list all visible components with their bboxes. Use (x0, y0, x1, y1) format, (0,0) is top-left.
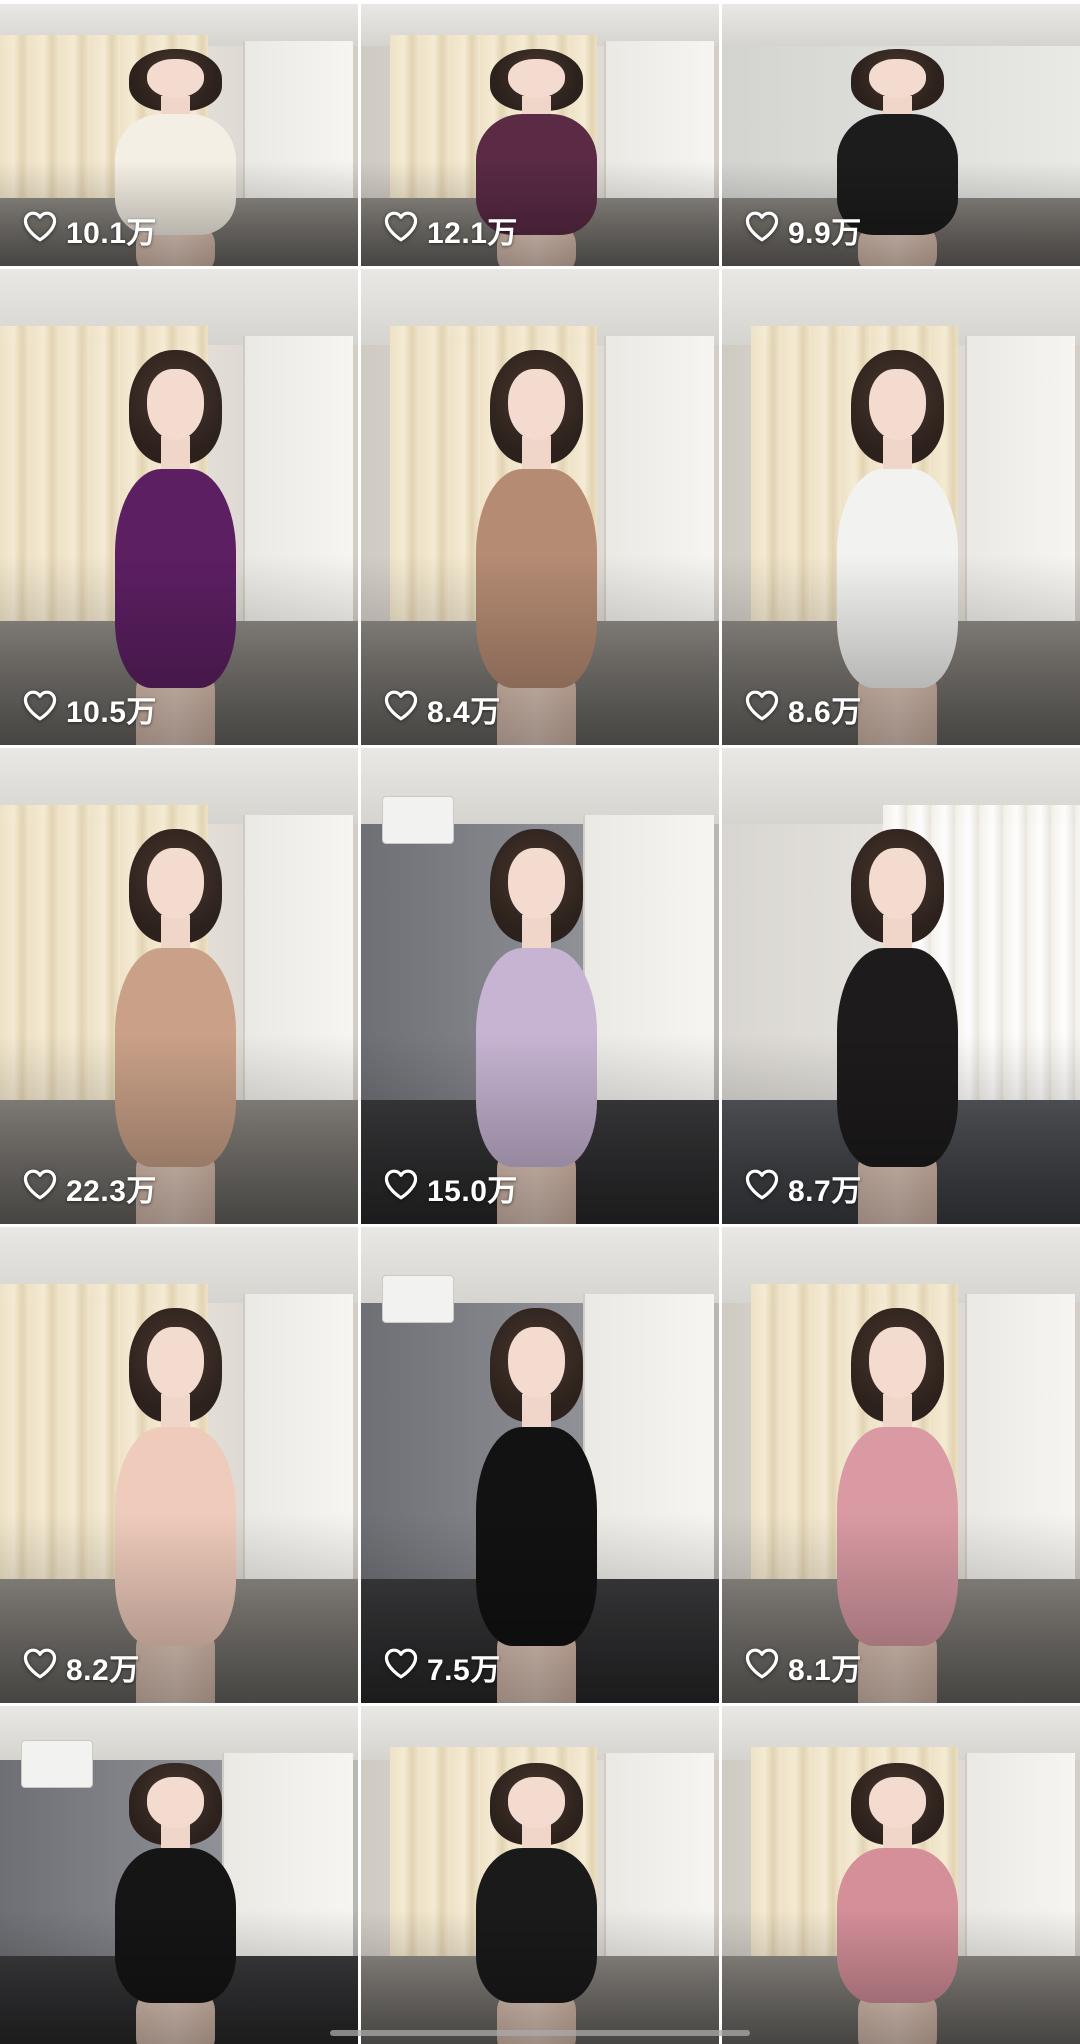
video-thumbnail (722, 748, 1080, 1224)
video-tile[interactable]: 8.6万 (722, 269, 1080, 745)
video-thumbnail (361, 748, 719, 1224)
like-count: 8.6万 (744, 687, 862, 731)
heart-outline-icon (22, 1168, 58, 1208)
like-count-text: 9.9万 (788, 217, 862, 250)
video-tile[interactable]: 7.5万 (361, 1227, 719, 1703)
like-count-text: 10.1万 (66, 217, 157, 250)
video-grid: 10.1万 12.1万 9.9万 10.5万 8.4万 8.6万 22.3万 15.0万 8.7… (0, 4, 1080, 2044)
video-tile[interactable]: 10.1万 (0, 4, 358, 266)
video-tile[interactable]: 8.1万 (722, 1227, 1080, 1703)
video-thumbnail (361, 269, 719, 745)
video-tile[interactable]: 15.0万 (361, 748, 719, 1224)
like-count-text: 8.1万 (788, 1654, 862, 1687)
video-thumbnail (361, 1706, 719, 2044)
video-thumbnail (722, 269, 1080, 745)
like-count: 8.4万 (383, 687, 501, 731)
video-tile[interactable]: 22.3万 (0, 748, 358, 1224)
heart-outline-icon (744, 1168, 780, 1208)
like-count: 9.9万 (744, 208, 862, 252)
like-count-text: 10.5万 (66, 696, 157, 729)
video-tile[interactable] (722, 1706, 1080, 2044)
like-count: 15.0万 (383, 1166, 518, 1210)
like-count-text: 12.1万 (427, 217, 518, 250)
like-count: 8.2万 (22, 1645, 140, 1689)
heart-outline-icon (22, 1647, 58, 1687)
like-count: 10.1万 (22, 208, 157, 252)
video-thumbnail (0, 748, 358, 1224)
like-count: 10.5万 (22, 687, 157, 731)
like-count-text: 8.2万 (66, 1654, 140, 1687)
like-count: 7.5万 (383, 1645, 501, 1689)
like-count: 12.1万 (383, 208, 518, 252)
like-count-text: 15.0万 (427, 1175, 518, 1208)
like-count-text: 8.4万 (427, 696, 501, 729)
video-tile[interactable] (361, 1706, 719, 2044)
video-thumbnail (361, 1227, 719, 1703)
heart-outline-icon (744, 1647, 780, 1687)
video-tile[interactable]: 8.4万 (361, 269, 719, 745)
like-count-text: 8.7万 (788, 1175, 862, 1208)
video-tile[interactable]: 12.1万 (361, 4, 719, 266)
video-thumbnail (0, 1227, 358, 1703)
like-count: 8.1万 (744, 1645, 862, 1689)
video-tile[interactable] (0, 1706, 358, 2044)
like-count-text: 22.3万 (66, 1175, 157, 1208)
video-tile[interactable]: 8.2万 (0, 1227, 358, 1703)
heart-outline-icon (383, 1647, 419, 1687)
video-tile[interactable]: 9.9万 (722, 4, 1080, 266)
like-count: 22.3万 (22, 1166, 157, 1210)
heart-outline-icon (383, 689, 419, 729)
scroll-indicator[interactable] (330, 2030, 750, 2036)
heart-outline-icon (383, 1168, 419, 1208)
heart-outline-icon (744, 689, 780, 729)
heart-outline-icon (22, 210, 58, 250)
video-tile[interactable]: 8.7万 (722, 748, 1080, 1224)
like-count: 8.7万 (744, 1166, 862, 1210)
video-thumbnail (0, 1706, 358, 2044)
heart-outline-icon (744, 210, 780, 250)
like-count-text: 7.5万 (427, 1654, 501, 1687)
like-count-text: 8.6万 (788, 696, 862, 729)
heart-outline-icon (22, 689, 58, 729)
video-thumbnail (0, 269, 358, 745)
video-tile[interactable]: 10.5万 (0, 269, 358, 745)
video-thumbnail (722, 1706, 1080, 2044)
heart-outline-icon (383, 210, 419, 250)
video-thumbnail (722, 1227, 1080, 1703)
